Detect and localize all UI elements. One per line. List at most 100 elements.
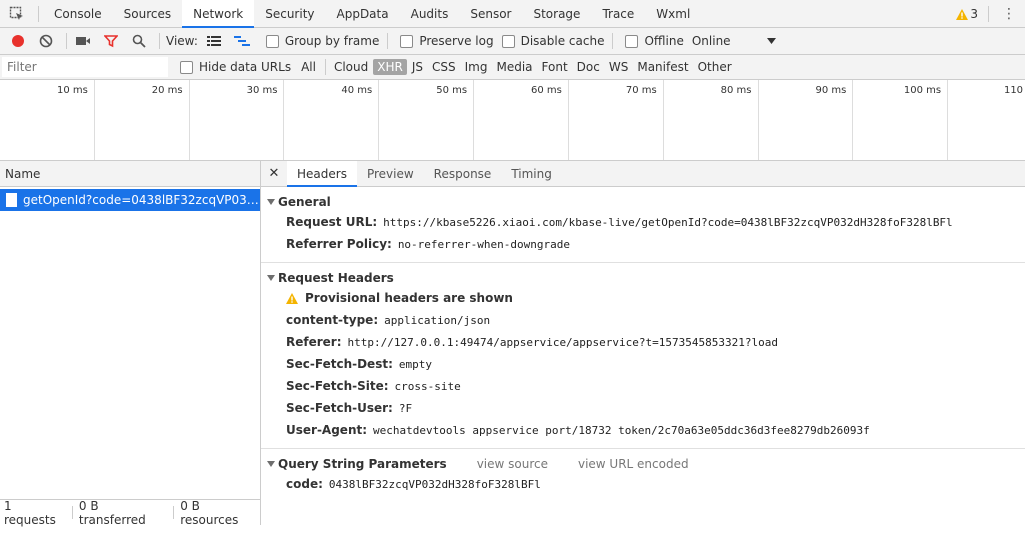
section-title: Query String Parameters: [278, 457, 447, 471]
filter-type-xhr[interactable]: XHR: [373, 59, 407, 75]
large-rows-button[interactable]: [202, 29, 226, 53]
query-string-section: Query String Parameters view source view…: [261, 449, 1025, 502]
request-headers-section: Request Headers Provisional headers are …: [261, 263, 1025, 449]
divider: [38, 5, 39, 22]
video-camera-icon: [76, 37, 90, 45]
preserve-log-checkbox[interactable]: Preserve log: [400, 34, 494, 48]
filter-type-media[interactable]: Media: [492, 59, 536, 75]
waterfall-view-button[interactable]: [230, 29, 254, 53]
warning-icon: [286, 292, 298, 304]
filter-type-img[interactable]: Img: [461, 59, 492, 75]
header-row: User-Agent: wechatdevtools appservice po…: [261, 419, 1025, 441]
hide-data-urls-checkbox[interactable]: Hide data URLs: [180, 60, 291, 74]
network-main: Name getOpenId?code=0438lBF32zcqVP032dH3…: [0, 160, 1025, 527]
inspect-element-icon[interactable]: [0, 0, 34, 28]
tab-trace[interactable]: Trace: [591, 0, 645, 28]
divider: [612, 33, 614, 49]
record-button[interactable]: [6, 29, 30, 53]
tick-label: 40 ms: [341, 85, 373, 96]
dropdown-arrow-icon: [766, 38, 776, 44]
tab-headers[interactable]: Headers: [287, 160, 357, 187]
filter-type-doc[interactable]: Doc: [573, 59, 604, 75]
header-key: User-Agent:: [286, 423, 368, 437]
view-label: View:: [166, 34, 198, 48]
section-title: General: [278, 195, 331, 209]
more-options-icon[interactable]: ⋮: [999, 7, 1019, 21]
header-key: Sec-Fetch-Site:: [286, 379, 389, 393]
checkbox-box: [501, 34, 515, 48]
tab-storage[interactable]: Storage: [522, 0, 591, 28]
throttling-value: Online: [691, 34, 731, 48]
transferred-size: 0 B transferred: [78, 498, 146, 527]
divider: [66, 33, 67, 49]
filter-type-ws[interactable]: WS: [605, 59, 632, 75]
timeline-tick: 100 ms: [853, 80, 949, 160]
timeline-tick: 110: [948, 80, 1025, 160]
timeline-tick: 90 ms: [759, 80, 854, 160]
preserve-log-label: Preserve log: [419, 34, 494, 48]
tab-console[interactable]: Console: [43, 0, 113, 28]
timeline-tick: 70 ms: [569, 80, 664, 160]
tab-sources[interactable]: Sources: [113, 0, 182, 28]
timeline-tick: 80 ms: [664, 80, 759, 160]
offline-checkbox[interactable]: Offline: [625, 34, 684, 48]
filter-input[interactable]: [2, 57, 168, 77]
tab-preview[interactable]: Preview: [357, 161, 424, 187]
requests-panel: Name getOpenId?code=0438lBF32zcqVP032dH3…: [0, 161, 261, 527]
view-source-link[interactable]: view source: [477, 457, 548, 471]
tab-audits[interactable]: Audits: [400, 0, 460, 28]
document-icon: [6, 193, 17, 207]
header-value: cross-site: [394, 379, 461, 393]
filter-type-cloud[interactable]: Cloud: [330, 59, 372, 75]
warning-count: 3: [970, 7, 978, 21]
tab-wxml[interactable]: Wxml: [645, 0, 701, 28]
header-key: Sec-Fetch-Dest:: [286, 357, 393, 371]
header-key: Request URL:: [286, 215, 378, 229]
filter-type-css[interactable]: CSS: [428, 59, 460, 75]
general-section-toggle[interactable]: General: [261, 193, 1025, 211]
view-url-encoded-link[interactable]: view URL encoded: [578, 457, 689, 471]
resources-size: 0 B resources: [180, 498, 239, 527]
close-icon[interactable]: ✕: [261, 166, 287, 181]
group-by-frame-checkbox[interactable]: Group by frame: [265, 34, 379, 48]
request-count: 1 requests: [4, 498, 56, 527]
header-row: Referrer Policy: no-referrer-when-downgr…: [261, 233, 1025, 255]
search-icon: [132, 34, 146, 48]
filter-type-font[interactable]: Font: [538, 59, 572, 75]
filter-type-other[interactable]: Other: [694, 59, 736, 75]
request-row[interactable]: getOpenId?code=0438lBF32zcqVP032dH328foF…: [0, 189, 260, 211]
checkbox-box: [400, 34, 414, 48]
screenshot-button[interactable]: [71, 29, 95, 53]
header-key: Sec-Fetch-User:: [286, 401, 393, 415]
disable-cache-checkbox[interactable]: Disable cache: [501, 34, 604, 48]
tick-label: 90 ms: [815, 85, 847, 96]
tab-network[interactable]: Network: [182, 0, 255, 28]
name-column-header[interactable]: Name: [0, 161, 260, 187]
filter-type-js[interactable]: JS: [408, 59, 427, 75]
tick-label: 100 ms: [903, 85, 942, 96]
network-toolbar: View: Group by frame Preserve log Disabl…: [0, 28, 1025, 55]
tick-label: 60 ms: [531, 85, 562, 96]
request-list-empty-area: [0, 211, 260, 499]
clear-button[interactable]: [34, 29, 58, 53]
tab-timing[interactable]: Timing: [501, 161, 562, 187]
filter-type-manifest[interactable]: Manifest: [633, 59, 692, 75]
tick-label: 50 ms: [436, 85, 468, 96]
throttling-select[interactable]: Online: [692, 34, 776, 48]
header-value: ?F: [398, 401, 413, 415]
request-headers-section-toggle[interactable]: Request Headers: [261, 269, 1025, 287]
tab-security[interactable]: Security: [254, 0, 325, 28]
tab-response[interactable]: Response: [424, 161, 502, 187]
tab-sensor[interactable]: Sensor: [459, 0, 522, 28]
timeline-tick: 20 ms: [95, 80, 190, 160]
checkbox-box: [625, 34, 639, 48]
search-button[interactable]: [127, 29, 151, 53]
details-tabbar: ✕ Headers Preview Response Timing: [261, 160, 1025, 187]
query-string-section-toggle[interactable]: Query String Parameters view source view…: [261, 455, 1025, 473]
timeline-tick: 10 ms: [0, 80, 95, 160]
tab-appdata[interactable]: AppData: [326, 0, 400, 28]
filter-type-all[interactable]: All: [297, 59, 320, 75]
warnings-counter[interactable]: 3: [956, 7, 978, 21]
timeline-overview[interactable]: 10 ms 20 ms 30 ms 40 ms 50 ms 60 ms 70 m…: [0, 80, 1025, 161]
filter-toggle-button[interactable]: [99, 29, 123, 53]
